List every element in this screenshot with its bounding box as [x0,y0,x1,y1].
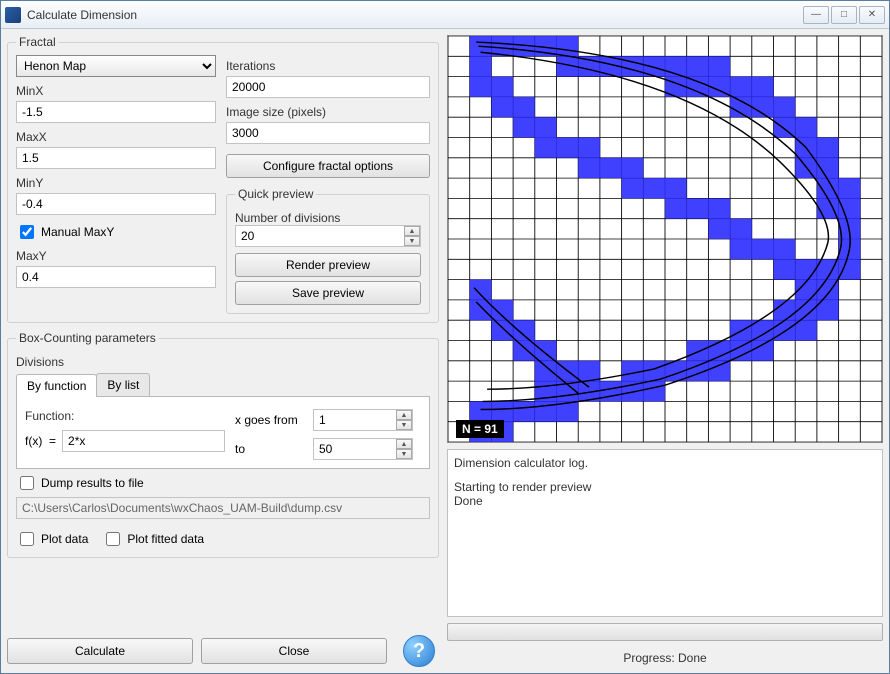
tab-by-function[interactable]: By function [16,374,97,397]
num-divisions-input[interactable] [235,225,421,247]
titlebar: Calculate Dimension — □ ✕ [1,1,889,29]
fractal-type-select[interactable]: Henon Map [16,55,216,77]
divisions-down-icon[interactable]: ▼ [404,236,420,246]
xto-down-icon[interactable]: ▼ [396,449,412,459]
log-line: Starting to render preview [454,480,876,494]
xfrom-up-icon[interactable]: ▲ [396,410,412,420]
maximize-button[interactable]: □ [831,6,857,24]
log-header: Dimension calculator log. [454,456,876,470]
fractal-group: Fractal Henon Map MinX MaxX MinY [7,35,439,323]
help-icon[interactable]: ? [403,635,435,667]
maxx-label: MaxX [16,130,216,144]
xto-label: to [235,442,307,456]
close-button[interactable]: Close [201,638,387,664]
manual-maxy-checkbox[interactable] [20,225,34,239]
dump-path-input [16,497,430,519]
minx-label: MinX [16,84,216,98]
plot-data-checkbox[interactable] [20,532,34,546]
boxcount-legend: Box-Counting parameters [16,331,159,345]
maxy-label: MaxY [16,249,216,263]
fx-input[interactable] [62,430,225,452]
xto-up-icon[interactable]: ▲ [396,439,412,449]
dump-results-checkbox[interactable] [20,476,34,490]
log-line: Done [454,494,876,508]
num-divisions-label: Number of divisions [235,211,421,225]
render-preview-button[interactable]: Render preview [235,253,421,277]
fx-prefix: f(x) = [25,434,56,448]
function-label: Function: [25,409,225,423]
app-icon [5,7,21,23]
dump-results-label: Dump results to file [41,476,144,490]
miny-label: MinY [16,176,216,190]
progress-bar [447,623,883,641]
n-count-label: N = 91 [456,420,504,438]
xfrom-down-icon[interactable]: ▼ [396,420,412,430]
xfrom-label: x goes from [235,413,307,427]
preview-panel: N = 91 [447,35,883,443]
minx-input[interactable] [16,101,216,123]
iterations-label: Iterations [226,59,430,73]
plot-fitted-label: Plot fitted data [127,532,204,546]
iterations-input[interactable] [226,76,430,98]
configure-fractal-button[interactable]: Configure fractal options [226,154,430,178]
divisions-up-icon[interactable]: ▲ [404,226,420,236]
maxx-input[interactable] [16,147,216,169]
window-title: Calculate Dimension [27,8,803,22]
calculate-button[interactable]: Calculate [7,638,193,664]
plot-fitted-checkbox[interactable] [106,532,120,546]
tab-by-list[interactable]: By list [96,373,150,396]
manual-maxy-label: Manual MaxY [41,225,114,239]
close-window-button[interactable]: ✕ [859,6,885,24]
fractal-legend: Fractal [16,35,59,49]
boxcount-group: Box-Counting parameters Divisions By fun… [7,331,439,558]
plot-data-label: Plot data [41,532,88,546]
progress-label: Progress: Done [447,647,883,667]
imagesize-label: Image size (pixels) [226,105,430,119]
maxy-input[interactable] [16,266,216,288]
quick-preview-legend: Quick preview [235,187,316,201]
log-panel: Dimension calculator log. Starting to re… [447,449,883,617]
divisions-label: Divisions [16,355,430,369]
imagesize-input[interactable] [226,122,430,144]
save-preview-button[interactable]: Save preview [235,281,421,305]
minimize-button[interactable]: — [803,6,829,24]
miny-input[interactable] [16,193,216,215]
